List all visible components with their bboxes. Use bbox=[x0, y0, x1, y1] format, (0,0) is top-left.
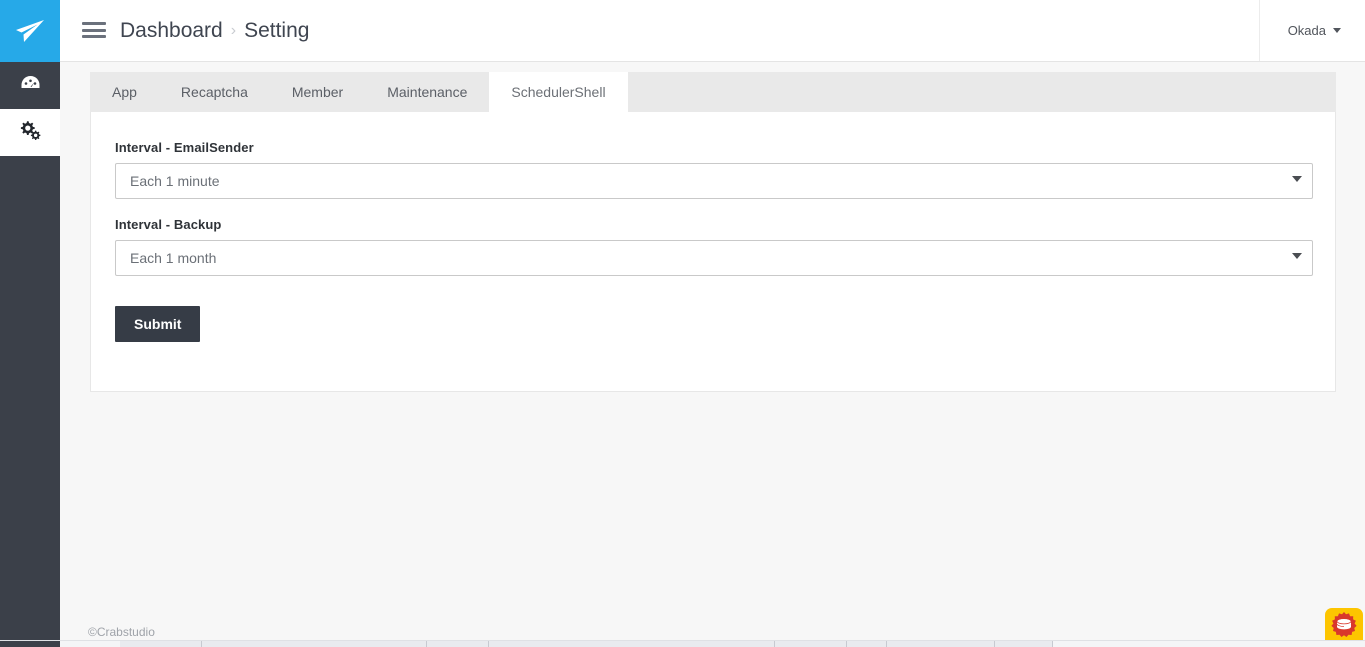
chevron-down-icon bbox=[1333, 28, 1341, 33]
settings-tabbar: App Recaptcha Member Maintenance Schedul… bbox=[90, 72, 1336, 112]
app-root: Dashboard › Setting Okada App Recaptcha … bbox=[0, 0, 1365, 647]
top-header: Dashboard › Setting Okada bbox=[60, 0, 1365, 62]
scrollbar-segment[interactable] bbox=[775, 641, 847, 647]
main-content: App Recaptcha Member Maintenance Schedul… bbox=[60, 62, 1365, 647]
submit-button[interactable]: Submit bbox=[115, 306, 201, 342]
tab-schedulershell[interactable]: SchedulerShell bbox=[489, 72, 628, 112]
breadcrumb-separator-icon: › bbox=[230, 22, 237, 39]
label-interval-backup: Interval - Backup bbox=[115, 217, 222, 232]
breadcrumb-current: Setting bbox=[244, 19, 310, 42]
scrollbar-segment[interactable] bbox=[427, 641, 489, 647]
label-interval-emailsender: Interval - EmailSender bbox=[115, 140, 254, 155]
gears-settings-icon bbox=[19, 120, 41, 145]
tab-maintenance[interactable]: Maintenance bbox=[365, 72, 489, 112]
sidebar-item-setting[interactable] bbox=[0, 109, 60, 156]
tab-recaptcha[interactable]: Recaptcha bbox=[159, 72, 270, 112]
user-menu[interactable]: Okada bbox=[1258, 0, 1365, 61]
scrollbar-segment[interactable] bbox=[887, 641, 995, 647]
select-interval-emailsender[interactable]: Each 1 minute bbox=[115, 163, 1313, 199]
tab-member[interactable]: Member bbox=[270, 72, 365, 112]
hamburger-bar bbox=[82, 35, 106, 38]
paper-plane-icon bbox=[15, 18, 45, 44]
user-menu-label: Okada bbox=[1287, 23, 1326, 38]
tab-app[interactable]: App bbox=[90, 72, 159, 112]
scrollbar-segment[interactable] bbox=[120, 641, 202, 647]
footer-copyright: ©Crabstudio bbox=[88, 625, 155, 639]
breadcrumb: Dashboard › Setting bbox=[120, 0, 309, 62]
scrollbar-segment[interactable] bbox=[489, 641, 775, 647]
scrollbar-segment[interactable] bbox=[202, 641, 427, 647]
select-interval-backup-wrap: Each 1 month bbox=[115, 240, 1313, 276]
scrollbar-segment[interactable] bbox=[847, 641, 887, 647]
scrollbar-sidebar-segment bbox=[0, 641, 60, 647]
hamburger-bar bbox=[82, 28, 106, 32]
dashboard-speedometer-icon bbox=[21, 75, 40, 97]
scheduler-shell-panel: Interval - EmailSender Each 1 minute Int… bbox=[90, 112, 1336, 392]
sidebar-item-dashboard[interactable] bbox=[0, 62, 60, 109]
select-interval-emailsender-wrap: Each 1 minute bbox=[115, 163, 1313, 199]
sidebar bbox=[0, 0, 60, 647]
bottom-scrollbar[interactable] bbox=[0, 640, 1365, 647]
select-interval-backup[interactable]: Each 1 month bbox=[115, 240, 1313, 276]
scrollbar-segment[interactable] bbox=[995, 641, 1053, 647]
hamburger-bar bbox=[82, 22, 106, 25]
hamburger-menu-icon[interactable] bbox=[82, 20, 106, 40]
breadcrumb-root[interactable]: Dashboard bbox=[120, 19, 223, 43]
brand-logo[interactable] bbox=[0, 0, 60, 62]
